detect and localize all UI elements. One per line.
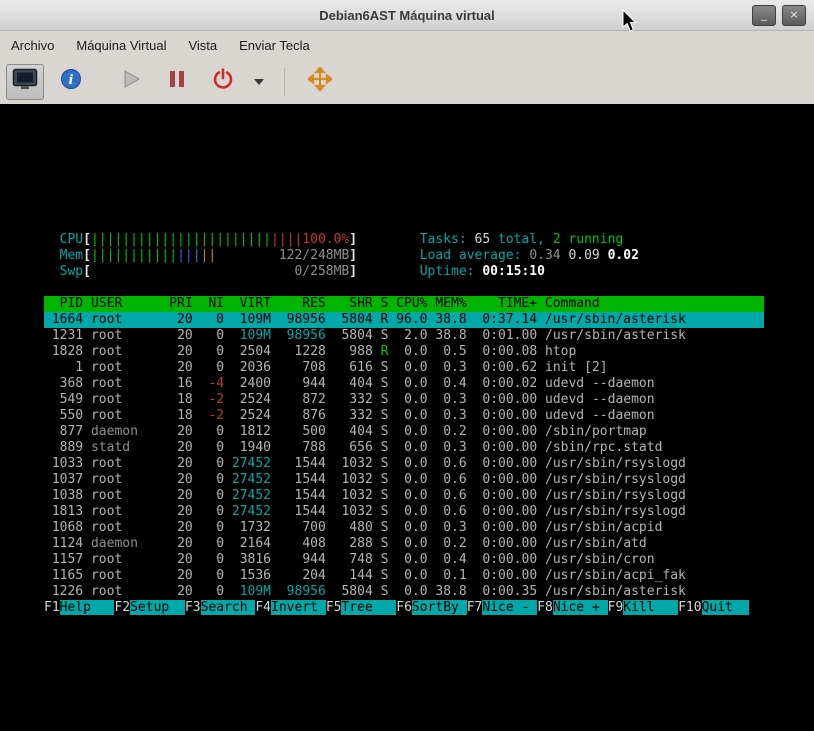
process-row: 1068 root 20 0 1732 700 480 S 0.0 0.3 0:… bbox=[44, 520, 663, 535]
play-icon bbox=[121, 69, 141, 94]
toolbar-separator bbox=[284, 67, 285, 96]
htop-screen: CPU[|||||||||||||||||||||||||||100.0%] T… bbox=[44, 232, 765, 616]
shutdown-button[interactable] bbox=[204, 64, 242, 100]
fullscreen-button[interactable] bbox=[301, 64, 339, 100]
move-arrows-icon bbox=[306, 65, 334, 96]
process-row: 1 root 20 0 2036 708 616 S 0.0 0.3 0:00.… bbox=[44, 360, 608, 375]
process-row: 1033 root 20 0 27452 1544 1032 S 0.0 0.6… bbox=[44, 456, 686, 471]
menubar: Archivo Máquina Virtual Vista Enviar Tec… bbox=[0, 31, 814, 59]
swp-meter: Swp[ 0/258MB] Uptime: 00:15:10 bbox=[59, 264, 545, 279]
info-icon: i bbox=[60, 68, 82, 95]
fkey-F9[interactable]: Kill bbox=[623, 600, 679, 615]
fkey-F2[interactable]: Setup bbox=[130, 600, 185, 615]
fkey-F1[interactable]: Help bbox=[59, 600, 115, 615]
process-row: 1038 root 20 0 27452 1544 1032 S 0.0 0.6… bbox=[44, 488, 686, 503]
process-row: 1124 daemon 20 0 2164 408 288 S 0.0 0.2 … bbox=[44, 536, 647, 551]
titlebar: Debian6AST Máquina virtual _ × bbox=[0, 0, 814, 31]
process-row: 877 daemon 20 0 1812 500 404 S 0.0 0.2 0… bbox=[44, 424, 647, 439]
minimize-button[interactable]: _ bbox=[752, 5, 776, 26]
mem-meter: Mem[|||||||||||||||| 122/248MB] Load ave… bbox=[59, 248, 639, 263]
window-title: Debian6AST Máquina virtual bbox=[319, 7, 495, 23]
menu-vista[interactable]: Vista bbox=[187, 36, 218, 55]
close-icon: × bbox=[789, 8, 799, 21]
pause-icon bbox=[168, 69, 186, 94]
shutdown-menu-button[interactable] bbox=[250, 64, 268, 100]
process-table-header: PID USER PRI NI VIRT RES SHR S CPU% MEM%… bbox=[44, 296, 765, 312]
fkey-F8[interactable]: Nice + bbox=[552, 600, 608, 615]
process-row: 1157 root 20 0 3816 944 748 S 0.0 0.4 0:… bbox=[44, 552, 655, 567]
process-row: 1037 root 20 0 27452 1544 1032 S 0.0 0.6… bbox=[44, 472, 686, 487]
process-row-selected: 1664 root 20 0 109M 98956 5804 R 96.0 38… bbox=[44, 312, 765, 328]
process-row: 1813 root 20 0 27452 1544 1032 S 0.0 0.6… bbox=[44, 504, 686, 519]
fkey-F7[interactable]: Nice - bbox=[482, 600, 538, 615]
window-controls: _ × bbox=[752, 5, 806, 26]
minimize-icon: _ bbox=[761, 8, 767, 21]
console-display-button[interactable] bbox=[6, 63, 44, 100]
chevron-down-icon bbox=[254, 78, 264, 85]
process-row: 889 statd 20 0 1940 788 656 S 0.0 0.3 0:… bbox=[44, 440, 663, 455]
process-row: 1226 root 20 0 109M 98956 5804 S 0.0 38.… bbox=[44, 584, 686, 599]
vm-window-chrome: Debian6AST Máquina virtual _ × Archivo M… bbox=[0, 0, 814, 105]
process-row: 368 root 16 -4 2400 944 404 S 0.0 0.4 0:… bbox=[44, 376, 655, 391]
menu-archivo[interactable]: Archivo bbox=[10, 36, 55, 55]
menu-enviar-tecla[interactable]: Enviar Tecla bbox=[238, 36, 311, 55]
process-row: 549 root 18 -2 2524 872 332 S 0.0 0.3 0:… bbox=[44, 392, 655, 407]
process-row: 550 root 18 -2 2524 876 332 S 0.0 0.3 0:… bbox=[44, 408, 655, 423]
fkey-F5[interactable]: Tree bbox=[341, 600, 397, 615]
close-button[interactable]: × bbox=[782, 5, 806, 26]
toolbar: i bbox=[0, 59, 814, 105]
fkey-F6[interactable]: SortBy bbox=[411, 600, 467, 615]
pause-button[interactable] bbox=[158, 64, 196, 100]
fkey-F4[interactable]: Invert bbox=[271, 600, 326, 615]
power-icon bbox=[212, 68, 234, 95]
process-row: 1231 root 20 0 109M 98956 5804 S 2.0 38.… bbox=[44, 328, 686, 343]
process-row: 1828 root 20 0 2504 1228 988 R 0.0 0.5 0… bbox=[44, 344, 577, 359]
fkey-F10[interactable]: Quit bbox=[701, 600, 749, 615]
vm-info-button[interactable]: i bbox=[52, 64, 90, 100]
menu-maquina-virtual[interactable]: Máquina Virtual bbox=[75, 36, 167, 55]
monitor-icon bbox=[12, 68, 38, 95]
cpu-meter: CPU[|||||||||||||||||||||||||||100.0%] T… bbox=[59, 232, 624, 247]
run-button[interactable] bbox=[112, 64, 150, 100]
vm-display-console[interactable]: CPU[|||||||||||||||||||||||||||100.0%] T… bbox=[0, 104, 814, 731]
process-row: 1165 root 20 0 1536 204 144 S 0.0 0.1 0:… bbox=[44, 568, 686, 583]
svg-text:i: i bbox=[69, 73, 74, 88]
function-key-bar: F1Help F2Setup F3Search F4Invert F5Tree … bbox=[44, 600, 749, 615]
fkey-F3[interactable]: Search bbox=[200, 600, 256, 615]
